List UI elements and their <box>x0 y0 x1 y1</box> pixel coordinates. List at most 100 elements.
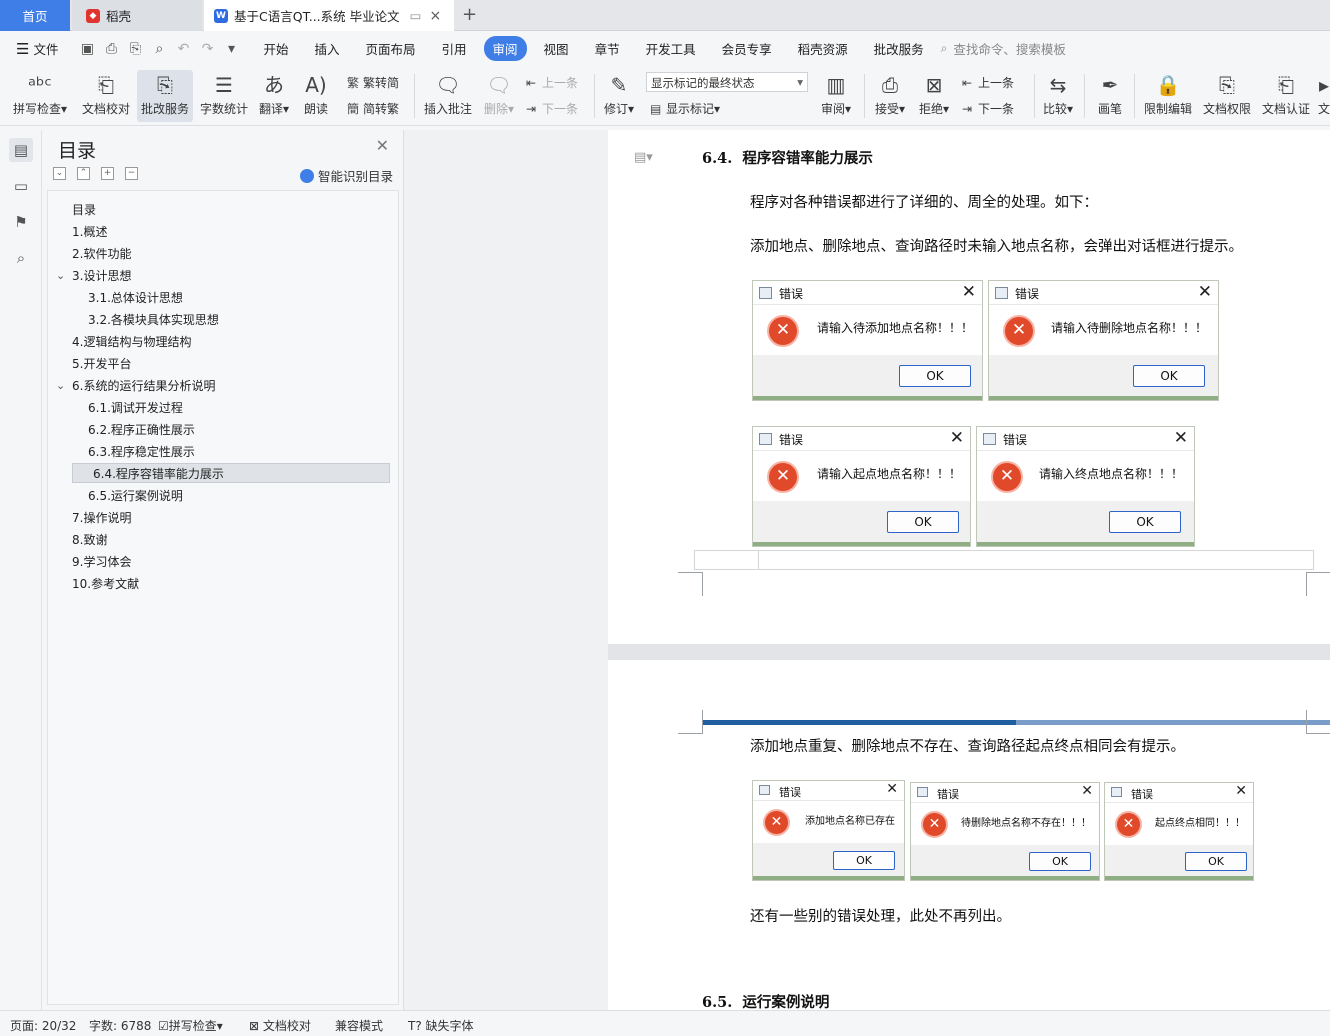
toc-item[interactable]: 4.逻辑结构与物理结构 <box>72 332 392 352</box>
track-changes-button[interactable]: ✎ 修订▾ <box>600 70 638 117</box>
trad-to-simp-button[interactable]: 繁繁转简 <box>347 74 399 91</box>
menu-member[interactable]: 会员专享 <box>713 36 781 61</box>
menu-start[interactable]: 开始 <box>254 36 297 61</box>
menu-docer-resources[interactable]: 稻壳资源 <box>789 36 857 61</box>
bookmark-icon[interactable]: ⚑ <box>9 210 33 234</box>
command-search-input[interactable]: 查找命令、搜索模板 <box>953 39 1066 58</box>
toc-item[interactable]: 6.3.程序稳定性展示 <box>88 442 408 462</box>
toc-item[interactable]: 6.5.运行案例说明 <box>88 486 408 506</box>
word-count[interactable]: 字数: 6788 <box>89 1017 151 1034</box>
undo-icon[interactable]: ↶ <box>174 40 192 58</box>
tab-home[interactable]: 首页 <box>0 0 70 31</box>
menu-view[interactable]: 视图 <box>535 36 578 61</box>
toc-item[interactable]: 2.软件功能 <box>72 244 392 264</box>
tab-docer[interactable]: ◆ 稻壳 <box>72 0 202 31</box>
crop-mark <box>1306 733 1330 734</box>
toc-item[interactable]: 6.1.调试开发过程 <box>88 398 408 418</box>
doc-permission-button[interactable]: ⎘ 文档权限 <box>1199 70 1255 117</box>
toc-item[interactable]: 5.开发平台 <box>72 354 392 374</box>
insert-comment-button[interactable]: 🗨 插入批注 <box>420 70 476 117</box>
toc-panel-icon[interactable]: ▤ <box>9 138 33 162</box>
add-heading-icon[interactable]: + <box>101 167 114 180</box>
menu-file[interactable]: 文件 <box>29 36 67 61</box>
close-icon: ✕ <box>949 428 964 448</box>
toc-item[interactable]: 7.操作说明 <box>72 508 392 528</box>
dialog-message: 起点终点相同！！！ <box>1155 818 1245 829</box>
translate-button[interactable]: あ翻译▾ <box>254 70 294 117</box>
menu-insert[interactable]: 插入 <box>305 36 348 61</box>
compare-button[interactable]: ⇆ 比较▾ <box>1038 70 1078 117</box>
page-indicator[interactable]: 页面: 20/32 <box>10 1017 76 1034</box>
preview-icon[interactable]: ⌕ <box>150 40 168 58</box>
paragraph-options-icon[interactable]: ▤▾ <box>634 150 653 165</box>
doc-certify-button[interactable]: ⎗ 文档认证 <box>1258 70 1314 117</box>
expand-up-icon[interactable]: ⌃ <box>77 167 90 180</box>
error-icon: ✕ <box>1115 811 1142 838</box>
review-pane-button[interactable]: ▥ 审阅▾ <box>816 70 856 117</box>
prev-change-button[interactable]: ⇤ 上一条 <box>962 74 1014 91</box>
pin-icon[interactable]: ▭ <box>410 8 422 23</box>
toc-item[interactable]: 3.2.各模块具体实现思想 <box>88 310 408 330</box>
toc-item[interactable]: 6.2.程序正确性展示 <box>88 420 408 440</box>
accept-button[interactable]: ⎙ 接受▾ <box>870 70 910 117</box>
chevron-down-icon[interactable]: ⌄ <box>56 376 65 396</box>
next-comment-button[interactable]: ⇥ 下一条 <box>526 100 578 117</box>
close-icon[interactable]: ✕ <box>376 136 389 155</box>
restrict-edit-button[interactable]: 🔒 限制编辑 <box>1140 70 1196 117</box>
toc-item[interactable]: ⌄ 6.系统的运行结果分析说明 <box>56 376 392 396</box>
print-icon[interactable]: ⎘ <box>126 40 144 58</box>
missing-font[interactable]: T? 缺失字体 <box>408 1017 474 1034</box>
toc-item-selected[interactable]: 6.4.程序容错率能力展示 <box>72 463 390 483</box>
close-tab-icon[interactable]: × <box>429 8 441 24</box>
collapse-all-icon[interactable]: ⌄ <box>53 167 66 180</box>
read-aloud-button[interactable]: A) 朗读 <box>298 70 334 117</box>
document-page[interactable]: ▤▾ 6.4. 程序容错率能力展示 程序对各种错误都进行了详细的、周全的处理。如… <box>608 130 1330 644</box>
toc-item[interactable]: 3.1.总体设计思想 <box>88 288 408 308</box>
toc-item-label: 6.系统的运行结果分析说明 <box>72 379 216 393</box>
document-page[interactable]: 添加地点重复、删除地点不存在、查询路径起点终点相同会有提示。 错误 ✕ ✕ 添加… <box>608 660 1330 1011</box>
markup-state-select[interactable]: 显示标记的最终状态 ▾ <box>646 72 808 92</box>
next-change-button[interactable]: ⇥ 下一条 <box>962 100 1014 117</box>
menu-chapter[interactable]: 章节 <box>586 36 629 61</box>
toc-item[interactable]: 1.概述 <box>72 222 392 242</box>
pen-button[interactable]: ✒ 画笔 <box>1090 70 1130 117</box>
ai-toc-button[interactable]: 智能识别目录 <box>299 166 393 185</box>
show-markup-button[interactable]: ▤ 显示标记▾ <box>650 100 720 117</box>
review-service-button[interactable]: ⎘ 批改服务 <box>137 70 193 122</box>
menu-references[interactable]: 引用 <box>433 36 476 61</box>
toc-item[interactable]: 8.致谢 <box>72 530 392 550</box>
export-icon[interactable]: ⎙ <box>102 40 120 58</box>
toc-item[interactable]: 目录 <box>72 200 392 220</box>
simp-to-trad-button[interactable]: 簡简转繁 <box>347 100 399 117</box>
search-icon[interactable]: ⌕ <box>9 246 33 270</box>
doc-proofread-button[interactable]: ⎗ 文档校对 <box>78 70 134 117</box>
toc-item[interactable]: 10.参考文献 <box>72 574 392 594</box>
new-tab-icon[interactable]: + <box>462 4 477 25</box>
prev-comment-button[interactable]: ⇤ 上一条 <box>526 74 578 91</box>
chevron-down-icon[interactable]: ⌄ <box>56 266 65 286</box>
remove-heading-icon[interactable]: − <box>125 167 138 180</box>
delete-comment-button[interactable]: 🗨 删除▾ <box>480 70 518 117</box>
menu-layout[interactable]: 页面布局 <box>357 36 425 61</box>
toc-item[interactable]: 9.学习体会 <box>72 552 392 572</box>
menu-review[interactable]: 审阅 <box>483 36 527 61</box>
status-spell-check[interactable]: ☑拼写检查▾ <box>158 1017 223 1034</box>
simp-trad-icon: 簡 <box>347 102 360 116</box>
redo-icon[interactable]: ↷ <box>198 40 216 58</box>
reject-button[interactable]: ⊠ 拒绝▾ <box>914 70 954 117</box>
customize-icon[interactable]: ▾ <box>222 40 240 58</box>
dialog-body: ✕ 待删除地点名称不存在！！！ <box>911 803 1099 845</box>
menu-review-service[interactable]: 批改服务 <box>865 36 933 61</box>
word-count-button[interactable]: ☰ 字数统计 <box>196 70 252 117</box>
tab-document[interactable]: W 基于C语言QT...系统 毕业论文 ▭ × <box>204 0 454 31</box>
hamburger-icon[interactable]: ☰ <box>16 40 29 58</box>
next-comment-icon: ⇥ <box>526 102 537 116</box>
menu-devtools[interactable]: 开发工具 <box>637 36 705 61</box>
page-gap <box>608 644 1330 660</box>
save-icon[interactable]: ▣ <box>78 40 96 58</box>
status-proofread[interactable]: ⊠ 文档校对 <box>249 1017 311 1034</box>
spell-check-button[interactable]: ᵃᵇᶜ 拼写检查▾ <box>8 70 72 117</box>
chapter-icon[interactable]: ▭ <box>9 174 33 198</box>
toc-item[interactable]: ⌄ 3.设计思想 <box>56 266 392 286</box>
more-button[interactable]: ▸ 文 <box>1318 70 1330 117</box>
